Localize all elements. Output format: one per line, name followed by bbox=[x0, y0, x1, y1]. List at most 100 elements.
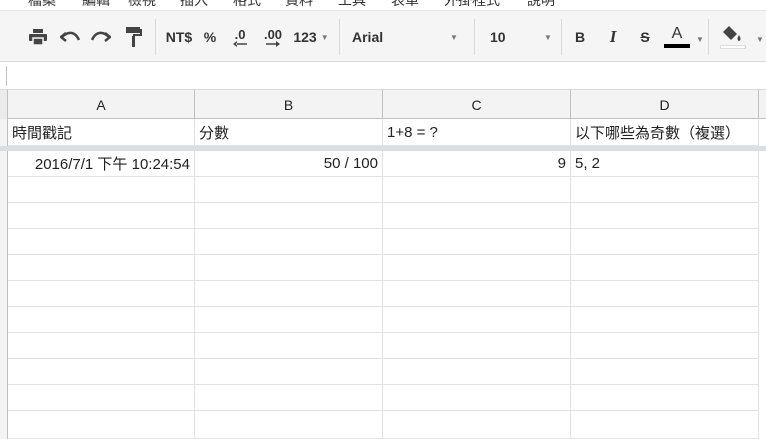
fill-color-swatch bbox=[720, 45, 746, 49]
empty-cell[interactable] bbox=[8, 203, 195, 229]
empty-cell[interactable] bbox=[8, 385, 195, 411]
empty-cell[interactable] bbox=[383, 229, 571, 255]
formula-bar[interactable] bbox=[0, 62, 766, 90]
increase-decimal-button[interactable]: .00 bbox=[259, 11, 287, 63]
font-family-select[interactable]: Arial ▼ bbox=[352, 11, 462, 63]
menu-form[interactable]: 表單 bbox=[391, 0, 419, 10]
chevron-down-icon: ▼ bbox=[320, 32, 329, 42]
empty-cell[interactable] bbox=[195, 411, 383, 439]
menu-data[interactable]: 資料 bbox=[285, 0, 313, 10]
strikethrough-button[interactable]: S bbox=[636, 11, 654, 63]
empty-cell[interactable] bbox=[195, 385, 383, 411]
empty-cell[interactable] bbox=[383, 411, 571, 439]
cell-d1[interactable]: 以下哪些為奇數（複選） bbox=[571, 119, 759, 146]
menu-bar: 檔案 編輯 檢視 插入 格式 資料 工具 表單 外掛程式 說明 bbox=[0, 0, 766, 10]
empty-cell[interactable] bbox=[571, 255, 759, 281]
empty-cell[interactable] bbox=[195, 177, 383, 203]
empty-cell[interactable] bbox=[8, 307, 195, 333]
empty-cell[interactable] bbox=[8, 359, 195, 385]
column-header-b[interactable]: B bbox=[195, 90, 383, 119]
empty-cell[interactable] bbox=[571, 229, 759, 255]
cell-b2[interactable]: 50 / 100 bbox=[195, 151, 383, 177]
select-all-corner[interactable] bbox=[0, 90, 8, 119]
italic-button[interactable]: I bbox=[604, 11, 622, 63]
menu-edit[interactable]: 編輯 bbox=[82, 0, 110, 10]
menu-addons[interactable]: 外掛程式 bbox=[444, 0, 500, 10]
cell-d2[interactable]: 5, 2 bbox=[571, 151, 759, 177]
empty-cell[interactable] bbox=[383, 385, 571, 411]
menu-tools[interactable]: 工具 bbox=[338, 0, 366, 10]
more-formats-dropdown[interactable]: 123 ▼ bbox=[291, 11, 331, 63]
empty-cell[interactable] bbox=[195, 281, 383, 307]
empty-cell[interactable] bbox=[8, 177, 195, 203]
empty-cell[interactable] bbox=[571, 411, 759, 439]
bold-button[interactable]: B bbox=[571, 11, 589, 63]
redo-icon bbox=[91, 31, 111, 42]
menu-help[interactable]: 說明 bbox=[527, 0, 555, 10]
text-color-button[interactable]: A bbox=[662, 11, 692, 63]
cell-b1[interactable]: 分數 bbox=[195, 119, 383, 146]
font-size-value: 10 bbox=[490, 29, 506, 45]
paint-format-icon bbox=[126, 27, 142, 47]
chevron-down-icon[interactable]: ▼ bbox=[696, 35, 704, 44]
undo-icon bbox=[60, 31, 80, 42]
column-header-c[interactable]: C bbox=[383, 90, 571, 119]
empty-cell[interactable] bbox=[8, 411, 195, 439]
fill-color-icon bbox=[723, 26, 741, 41]
font-size-select[interactable]: 10 ▼ bbox=[490, 11, 552, 63]
cell-a2[interactable]: 2016/7/1 下午 10:24:54 bbox=[8, 151, 195, 177]
decrease-decimal-label: .0 bbox=[234, 26, 246, 42]
empty-cell[interactable] bbox=[195, 255, 383, 281]
chevron-down-icon: ▼ bbox=[544, 32, 552, 42]
currency-format-button[interactable]: NT$ bbox=[163, 11, 195, 63]
cell-a1[interactable]: 時間戳記 bbox=[8, 119, 195, 146]
row-header-gutter[interactable] bbox=[0, 119, 8, 439]
empty-cell[interactable] bbox=[383, 177, 571, 203]
empty-cell[interactable] bbox=[383, 307, 571, 333]
empty-cell[interactable] bbox=[383, 333, 571, 359]
empty-cell[interactable] bbox=[383, 203, 571, 229]
chevron-down-icon[interactable]: ▼ bbox=[756, 35, 764, 44]
redo-button[interactable] bbox=[89, 11, 113, 63]
font-family-value: Arial bbox=[352, 29, 384, 45]
menu-file[interactable]: 檔案 bbox=[28, 0, 56, 10]
fill-color-button[interactable] bbox=[718, 11, 748, 63]
empty-cell[interactable] bbox=[8, 333, 195, 359]
empty-cell[interactable] bbox=[195, 307, 383, 333]
column-header-a[interactable]: A bbox=[8, 90, 195, 119]
menu-format[interactable]: 格式 bbox=[233, 0, 261, 10]
menu-view[interactable]: 檢視 bbox=[128, 0, 156, 10]
empty-cell[interactable] bbox=[571, 333, 759, 359]
print-button[interactable] bbox=[26, 11, 50, 63]
empty-cell[interactable] bbox=[8, 229, 195, 255]
empty-cell[interactable] bbox=[8, 255, 195, 281]
column-header-d[interactable]: D bbox=[571, 90, 759, 119]
empty-cell[interactable] bbox=[195, 333, 383, 359]
empty-cell[interactable] bbox=[571, 359, 759, 385]
formula-input[interactable] bbox=[6, 66, 7, 86]
empty-cell[interactable] bbox=[383, 281, 571, 307]
empty-cell[interactable] bbox=[195, 203, 383, 229]
cell-c2[interactable]: 9 bbox=[383, 151, 571, 177]
empty-cell[interactable] bbox=[571, 307, 759, 333]
decrease-decimal-button[interactable]: .0 bbox=[228, 11, 252, 63]
empty-cell[interactable] bbox=[383, 359, 571, 385]
more-formats-label: 123 bbox=[293, 29, 317, 45]
menu-insert[interactable]: 插入 bbox=[180, 0, 208, 10]
paint-format-button[interactable] bbox=[122, 11, 146, 63]
undo-button[interactable] bbox=[58, 11, 82, 63]
empty-cell[interactable] bbox=[195, 359, 383, 385]
empty-cell[interactable] bbox=[571, 281, 759, 307]
column-header-row: A B C D bbox=[0, 90, 766, 119]
empty-cell[interactable] bbox=[383, 255, 571, 281]
empty-cell[interactable] bbox=[571, 385, 759, 411]
sheet-grid: 時間戳記 分數 1+8 = ? 以下哪些為奇數（複選） 2016/7/1 下午 … bbox=[0, 119, 766, 439]
empty-cell[interactable] bbox=[571, 203, 759, 229]
empty-cell[interactable] bbox=[195, 229, 383, 255]
text-color-label: A bbox=[671, 25, 683, 42]
empty-cell[interactable] bbox=[8, 281, 195, 307]
empty-cell[interactable] bbox=[571, 177, 759, 203]
chevron-down-icon: ▼ bbox=[450, 32, 458, 42]
cell-c1[interactable]: 1+8 = ? bbox=[383, 119, 571, 146]
percent-format-button[interactable]: % bbox=[200, 11, 220, 63]
